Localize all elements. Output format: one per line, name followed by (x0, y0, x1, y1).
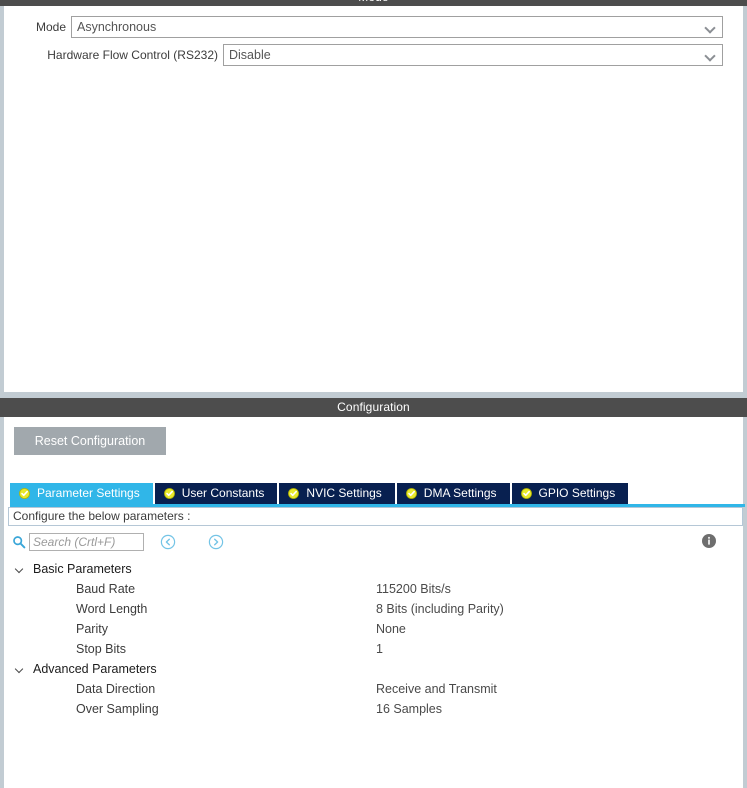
table-row[interactable]: Over Sampling 16 Samples (4, 699, 743, 719)
configuration-panel: Configuration Reset Configuration Parame… (0, 398, 747, 788)
table-row[interactable]: Data Direction Receive and Transmit (4, 679, 743, 699)
mode-dropdown[interactable]: Asynchronous (71, 16, 723, 38)
chevron-down-icon[interactable] (14, 663, 26, 675)
parameter-name: Baud Rate (76, 582, 136, 596)
tree-group-basic-parameters[interactable]: Basic Parameters (4, 559, 743, 579)
chevron-down-icon (705, 49, 718, 62)
info-circle-icon[interactable] (701, 533, 717, 549)
tab-label: DMA Settings (423, 486, 497, 500)
tab-label: NVIC Settings (306, 486, 382, 500)
parameter-value: 16 Samples (376, 702, 443, 716)
table-row[interactable]: Stop Bits 1 (4, 639, 743, 659)
tab-label: GPIO Settings (538, 486, 616, 500)
parameter-name: Stop Bits (76, 642, 127, 656)
tab-nvic-settings[interactable]: NVIC Settings (279, 483, 397, 504)
hardware-flow-control-label: Hardware Flow Control (RS232) (47, 48, 218, 62)
check-circle-icon (288, 488, 300, 499)
tab-user-constants[interactable]: User Constants (154, 483, 280, 504)
parameter-value: 8 Bits (including Parity) (376, 602, 504, 616)
parameter-name: Over Sampling (76, 702, 159, 716)
mode-dropdown-value: Asynchronous (77, 20, 157, 34)
settings-tab-strip: Parameter Settings User Constants NVIC S… (10, 483, 629, 504)
form-row-hardware-flow-control: Hardware Flow Control (RS232) Disable (28, 44, 723, 66)
tree-group-label: Basic Parameters (33, 562, 132, 576)
reset-configuration-button[interactable]: Reset Configuration (14, 427, 166, 455)
parameter-search-row (12, 531, 224, 553)
parameter-name: Data Direction (76, 682, 156, 696)
mode-panel-body: Mode Asynchronous Hardware Flow Control … (0, 6, 747, 392)
chevron-down-icon (705, 21, 718, 34)
search-input[interactable] (29, 533, 144, 551)
tab-label: Parameter Settings (37, 486, 140, 500)
configure-parameters-hint: Configure the below parameters : (8, 507, 743, 526)
circle-arrow-right-icon[interactable] (208, 534, 224, 550)
parameter-value: None (376, 622, 406, 636)
parameter-value: 115200 Bits/s (376, 582, 451, 596)
configuration-panel-title: Configuration (0, 398, 747, 417)
configuration-panel-body: Reset Configuration Parameter Settings U… (0, 417, 747, 788)
mode-panel: Mode Mode Asynchronous Hardware Flow Con… (0, 0, 747, 392)
tree-group-label: Advanced Parameters (33, 662, 157, 676)
parameter-value: Receive and Transmit (376, 682, 497, 696)
tab-parameter-settings[interactable]: Parameter Settings (10, 483, 155, 504)
check-circle-icon (405, 488, 417, 499)
table-row[interactable]: Parity None (4, 619, 743, 639)
parameter-value: 1 (376, 642, 383, 656)
hardware-flow-control-dropdown-value: Disable (229, 48, 271, 62)
parameter-tree: Basic Parameters Baud Rate 115200 Bits/s… (4, 559, 743, 719)
tab-gpio-settings[interactable]: GPIO Settings (511, 483, 629, 504)
check-circle-icon (19, 488, 30, 499)
tab-label: User Constants (181, 486, 265, 500)
chevron-down-icon[interactable] (14, 563, 26, 575)
check-circle-icon (163, 488, 175, 499)
table-row[interactable]: Word Length 8 Bits (including Parity) (4, 599, 743, 619)
tab-dma-settings[interactable]: DMA Settings (396, 483, 512, 504)
parameter-name: Word Length (76, 602, 148, 616)
check-circle-icon (520, 488, 532, 499)
table-row[interactable]: Baud Rate 115200 Bits/s (4, 579, 743, 599)
mode-label: Mode (35, 20, 66, 34)
form-row-mode: Mode Asynchronous (28, 16, 723, 38)
circle-arrow-left-icon[interactable] (160, 534, 176, 550)
search-icon (12, 535, 26, 549)
hardware-flow-control-dropdown[interactable]: Disable (223, 44, 723, 66)
tree-group-advanced-parameters[interactable]: Advanced Parameters (4, 659, 743, 679)
parameter-name: Parity (76, 622, 108, 636)
